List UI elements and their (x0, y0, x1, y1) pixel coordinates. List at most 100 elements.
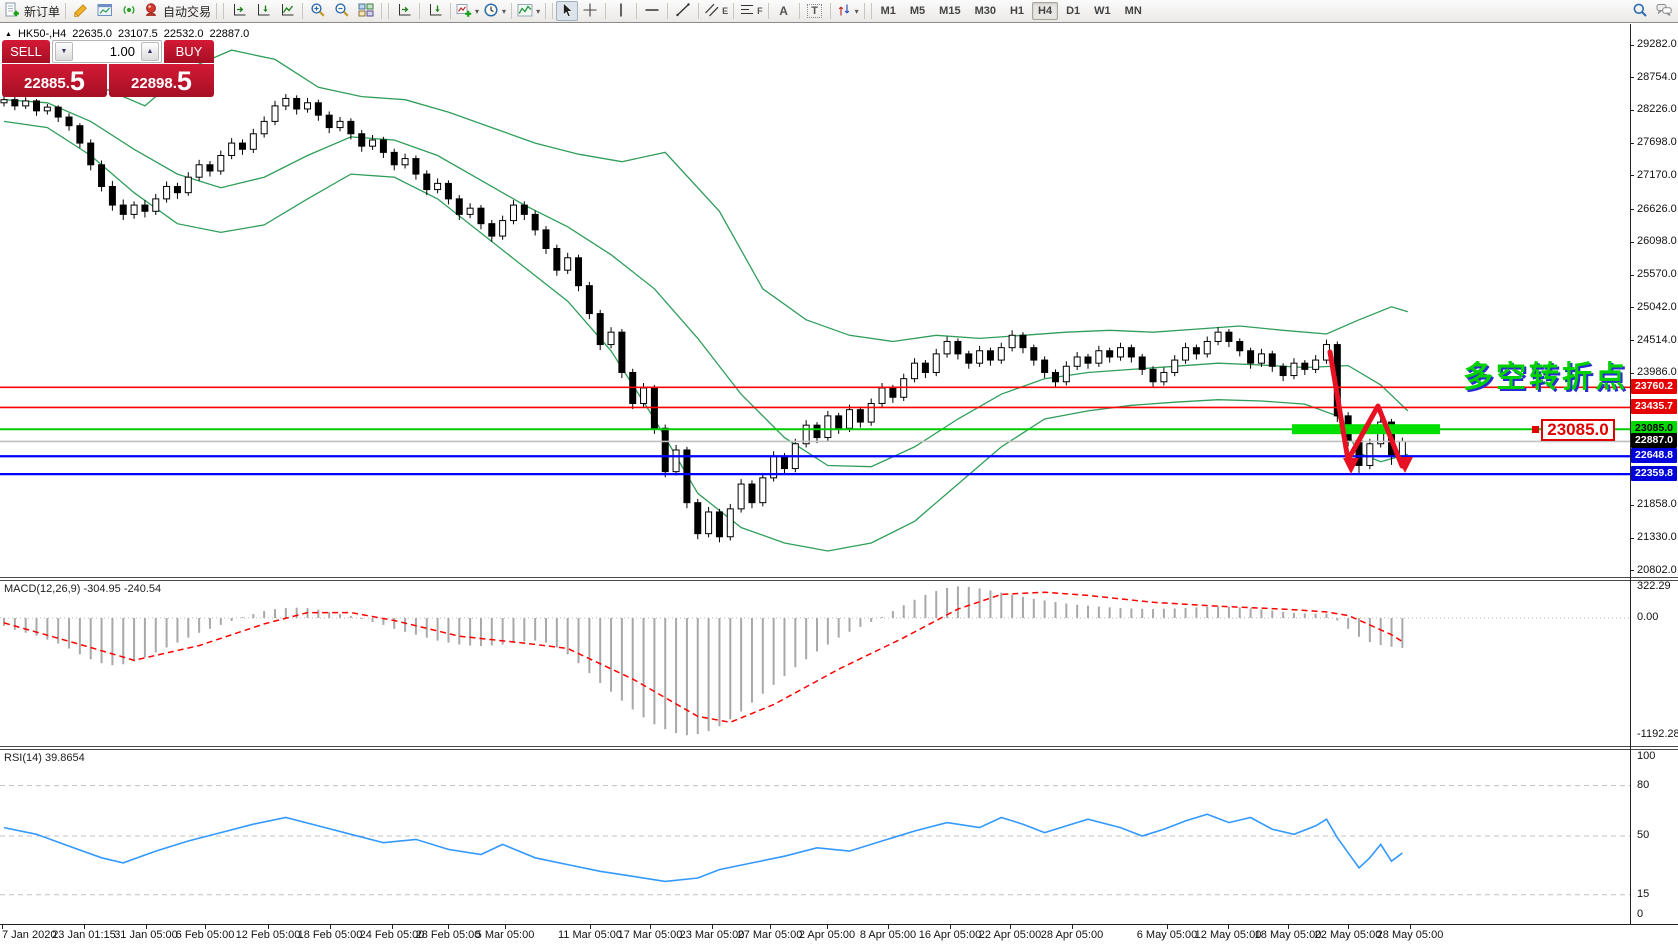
clock-icon (483, 2, 499, 21)
crosshair-tool-button[interactable] (578, 1, 602, 21)
price-level-chip: 22359.8 (1631, 466, 1677, 482)
pane-divider (0, 749, 1678, 750)
pane-divider[interactable] (0, 746, 1678, 747)
periods-button[interactable]: ▾ (481, 1, 508, 21)
separator (302, 3, 304, 19)
turning-point-annotation[interactable]: 多空转折点 (1463, 352, 1628, 396)
zoom-out-button[interactable] (330, 1, 354, 21)
time-axis-label: 5 Mar 05:00 (475, 929, 535, 941)
community-chat-button[interactable] (1652, 1, 1676, 21)
separator (552, 3, 554, 19)
separator (605, 3, 607, 19)
styler-button[interactable] (69, 1, 93, 21)
macd-axis-label: -1192.28 (1637, 728, 1678, 741)
cursor-icon (559, 2, 575, 21)
price-axis-tick (1630, 340, 1634, 342)
trendline-tool-button[interactable] (671, 1, 695, 21)
add-indicator-button[interactable]: ▾ (454, 1, 481, 21)
callout-handle[interactable] (1532, 426, 1539, 433)
timeframe-m30-button[interactable]: M30 (969, 2, 1002, 20)
rsi-indicator-pane[interactable] (0, 748, 1630, 924)
separator (388, 3, 390, 19)
volume-down-button[interactable]: ▼ (55, 42, 73, 61)
autotrading-button[interactable]: 自动交易 (141, 1, 213, 21)
separator (450, 3, 452, 19)
timeframe-m15-button[interactable]: M15 (933, 2, 966, 20)
price-callout-label[interactable]: 23085.0 (1541, 419, 1615, 441)
fibo-letter: F (757, 6, 763, 16)
low-value: 22532.0 (163, 28, 204, 40)
timeframe-h1-button[interactable]: H1 (1004, 2, 1030, 20)
text-tool-letter: A (779, 4, 788, 18)
buy-price-display[interactable]: 22898 . 5 (109, 64, 214, 97)
alerts-button[interactable] (117, 1, 141, 21)
timeframe-d1-button[interactable]: D1 (1060, 2, 1086, 20)
time-axis[interactable]: 7 Jan 2020 23 Jan 01:15 31 Jan 05:00 6 Feb … (0, 924, 1678, 944)
timeframe-mn-button[interactable]: MN (1119, 2, 1148, 20)
price-axis-label: 27170.0 (1637, 168, 1677, 181)
indicator-axis-icon (396, 2, 412, 21)
cursor-tool-button[interactable] (556, 1, 579, 21)
mt4-terminal: 新订单 自动交易 ▾ ▾ ▾ E F A T ▾ M1 M5 M15 M30 H… (0, 0, 1678, 944)
sell-price-display[interactable]: 22885 . 5 (2, 64, 107, 97)
macd-axis-label: 322.29 (1637, 580, 1671, 592)
zoom-in-button[interactable] (306, 1, 330, 21)
timeframe-m1-button[interactable]: M1 (875, 2, 902, 20)
time-axis-label: 18 May 05:00 (1254, 929, 1322, 941)
separator (381, 3, 383, 19)
price-axis[interactable]: 29282.0 28754.0 28226.0 27698.0 27170.0 26626… (1630, 0, 1678, 944)
separator (223, 3, 225, 19)
vline-tool-button[interactable] (609, 1, 633, 21)
new-order-button[interactable]: 新订单 (2, 1, 62, 21)
price-axis-tick (1630, 307, 1634, 309)
price-axis-label: 26626.0 (1637, 202, 1677, 215)
sell-button[interactable]: SELL (2, 40, 50, 63)
price-axis-label: 20802.0 (1637, 563, 1677, 576)
tile-windows-button[interactable] (354, 1, 378, 21)
hline-tool-button[interactable] (640, 1, 664, 21)
pane-divider[interactable] (0, 577, 1678, 578)
channel-tool-button[interactable]: E (702, 1, 730, 21)
arrows-tool-button[interactable]: ▾ (834, 1, 861, 21)
chart-foreground-button[interactable] (275, 1, 299, 21)
auto-scroll-button[interactable] (251, 1, 275, 21)
volume-up-button[interactable]: ▲ (141, 42, 159, 61)
main-price-chart[interactable] (0, 24, 1630, 578)
macd-indicator-pane[interactable] (0, 578, 1630, 747)
price-axis-tick (1630, 209, 1634, 211)
fibonacci-tool-button[interactable]: F (737, 1, 765, 21)
rsi-axis-label: 15 (1637, 887, 1650, 900)
price-axis-label: 23986.0 (1637, 366, 1677, 379)
crayon-icon (73, 2, 89, 21)
indicator-window-button[interactable] (392, 1, 416, 21)
autotrading-label: 自动交易 (163, 4, 212, 19)
separator (419, 3, 421, 19)
price-level-chip: 22648.8 (1631, 448, 1677, 464)
time-axis-label: 11 Mar 05:00 (557, 929, 623, 941)
sell-label: SELL (10, 44, 42, 59)
chart-shift-icon (231, 2, 247, 21)
close-value: 22887.0 (209, 28, 250, 40)
macd-axis-label: 0.00 (1637, 611, 1659, 623)
symbol-period-label: HK50-,H4 (17, 28, 67, 40)
time-axis-label: 27 Mar 05:00 (737, 929, 803, 941)
chart-shift-button[interactable] (227, 1, 251, 21)
chart-type-button[interactable]: ▾ (515, 1, 542, 21)
macd-label: MACD(12,26,9) -304.95 -240.54 (4, 583, 162, 595)
sell-price-big-digit: 5 (69, 66, 85, 96)
buy-button[interactable]: BUY (164, 40, 214, 63)
search-button[interactable] (1628, 1, 1652, 21)
volume-value[interactable]: 1.00 (75, 44, 139, 59)
indicator-window2-button[interactable] (423, 1, 447, 21)
chevron-down-icon: ▾ (536, 6, 541, 16)
label-tool-button[interactable]: T (803, 1, 827, 21)
zoom-out-icon (334, 2, 350, 21)
channel-icon (704, 2, 720, 21)
separator (636, 3, 638, 19)
timeframe-h4-button[interactable]: H4 (1032, 2, 1059, 20)
text-tool-button[interactable]: A (772, 1, 796, 21)
buy-price-main: 22898 (131, 75, 173, 92)
new-chart-window-button[interactable] (93, 1, 117, 21)
timeframe-w1-button[interactable]: W1 (1088, 2, 1117, 20)
timeframe-m5-button[interactable]: M5 (904, 2, 931, 20)
